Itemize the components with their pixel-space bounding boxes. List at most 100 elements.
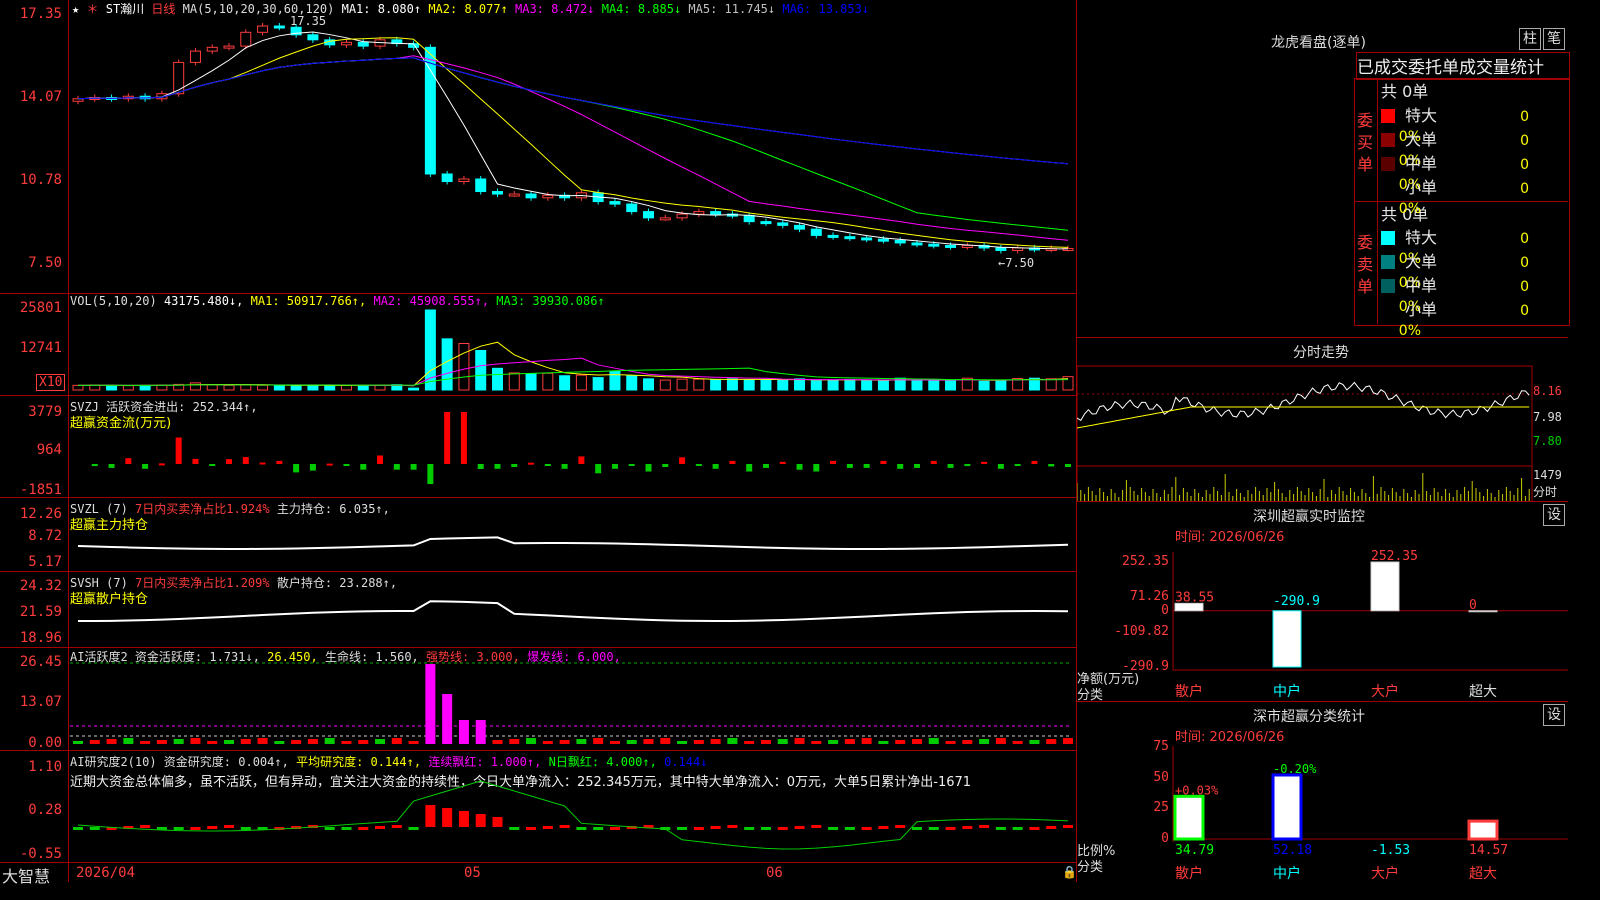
- activity-bar: [391, 738, 402, 744]
- lock-icon[interactable]: 🔒: [1062, 865, 1077, 879]
- category-label: 大户: [1371, 683, 1399, 700]
- research-bar: [475, 814, 486, 827]
- value-label: -1.53: [1371, 843, 1410, 858]
- chart-area: ★ ＊ ST瀚川 日线 MA(5,10,20,30,60,120) MA1: 8…: [0, 0, 1077, 886]
- research-bar: [928, 827, 939, 830]
- activity-bar: [492, 740, 503, 744]
- flow-chart[interactable]: [0, 396, 1076, 498]
- order-type: 特大: [1405, 106, 1438, 125]
- activity-bar: [811, 741, 822, 744]
- flow-bar: [813, 464, 820, 472]
- category-label: 中户: [1273, 865, 1301, 882]
- candle: [810, 228, 822, 236]
- order-count: 0: [1520, 231, 1529, 247]
- tick-mode-button[interactable]: 笔: [1543, 28, 1565, 50]
- research-bar: [861, 827, 872, 830]
- research-bar: [190, 827, 201, 830]
- svzj-panel[interactable]: SVZJ 活跃资金进出: 252.344↑, 超赢资金流(万元) 3779 96…: [0, 395, 1076, 498]
- research-chart[interactable]: [0, 751, 1076, 863]
- activity-bar: [995, 738, 1006, 744]
- ai-active-panel[interactable]: AI活跃度2 资金活跃度: 1.731↓, 26.450, 生命线: 1.560…: [0, 647, 1076, 751]
- flow-bar: [427, 464, 434, 484]
- volume-bar: [206, 384, 218, 391]
- volume-bar: [122, 385, 134, 391]
- order-row: 特大 00%: [1381, 224, 1567, 267]
- activity-bar: [861, 738, 872, 744]
- flow-bar: [679, 457, 686, 464]
- activity-bar: [190, 738, 201, 744]
- monitor-panel[interactable]: 深圳超赢实时监控 设 时间: 2026/06/26 252.35 71.26 0 -1…: [1077, 501, 1568, 703]
- retail-position-chart[interactable]: [0, 572, 1076, 648]
- ai-research-panel[interactable]: AI研究度2(10) 资金研究度: 0.004↑, 平均研究度: 0.144↑,…: [0, 750, 1076, 863]
- flow-bar: [1014, 464, 1021, 466]
- activity-bar: [442, 694, 453, 744]
- classify-chart[interactable]: 34.79 散户 52.18 中户 -1.53 大户 14.57 超大 +0.03% -0.20%: [1077, 702, 1568, 883]
- flow-bar: [628, 464, 635, 466]
- classify-panel[interactable]: 深市超赢分类统计 设 时间: 2026/06/26 75 50 25 0 比例% 分类…: [1077, 701, 1568, 883]
- activity-bar: [274, 741, 285, 744]
- category-label: 散户: [1175, 683, 1203, 700]
- value-label: 0: [1469, 598, 1477, 613]
- svsh-panel[interactable]: SVSH (7) 7日内买卖净占比1.209% 散户持仓: 23.288↑, 超…: [0, 571, 1076, 648]
- volume-bar: [945, 380, 957, 391]
- volume-chart[interactable]: [0, 294, 1076, 396]
- vol-panel[interactable]: VOL(5,10,20) 43175.480↓, MA1: 50917.766↑…: [0, 293, 1076, 396]
- flow-bar: [712, 464, 719, 469]
- activity-bar: [509, 739, 520, 744]
- candle: [542, 194, 554, 199]
- activity-bar: [727, 738, 738, 744]
- research-bar: [609, 827, 620, 830]
- color-swatch: [1381, 279, 1395, 293]
- bar-mode-button[interactable]: 柱: [1519, 28, 1541, 50]
- activity-bar: [307, 739, 318, 744]
- brand-label: 大智慧: [2, 867, 51, 886]
- activity-bar: [660, 738, 671, 744]
- category-bar: [1467, 819, 1499, 841]
- activity-bar: [744, 741, 755, 744]
- order-count: 0: [1520, 157, 1529, 173]
- candle: [659, 217, 671, 221]
- candle: [760, 221, 772, 225]
- activity-bar: [760, 740, 771, 744]
- main-position-chart[interactable]: [0, 498, 1076, 572]
- flow-bar: [511, 464, 518, 467]
- intraday-chart[interactable]: [1077, 338, 1568, 502]
- order-row: 特大 00%: [1381, 102, 1567, 145]
- flow-bar: [91, 464, 98, 467]
- activity-bar: [526, 738, 537, 744]
- price-line: [1077, 381, 1530, 422]
- research-bar: [878, 826, 889, 829]
- avg-line: [1077, 406, 1530, 429]
- activity-bar: [677, 741, 688, 744]
- activity-bar: [89, 740, 100, 744]
- flow-bar: [796, 464, 803, 470]
- monitor-chart[interactable]: 38.55 散户 -290.9 中户 252.35 大户 0 超大: [1077, 502, 1568, 702]
- dragon-board: 龙虎看盘(逐单) 柱 笔 已成交委托单成交量统计 委买单 委卖单 共 0单 共 …: [1077, 0, 1570, 339]
- flow-bar: [343, 464, 350, 466]
- order-type: 大单: [1405, 130, 1438, 149]
- volume-bar: [592, 377, 604, 391]
- research-bar: [710, 826, 721, 829]
- candle: [475, 178, 487, 193]
- activity-bar: [844, 739, 855, 744]
- order-count: 0: [1520, 279, 1529, 295]
- research-bar: [173, 827, 184, 830]
- intraday-panel[interactable]: 分时走势 8.16 7.98 7.80 1479 分时: [1077, 337, 1568, 502]
- volume-bar: [810, 380, 822, 391]
- candle: [240, 31, 252, 47]
- order-count: 0: [1520, 109, 1529, 125]
- main-panel[interactable]: ★ ＊ ST瀚川 日线 MA(5,10,20,30,60,120) MA1: 8…: [0, 0, 1076, 293]
- candle: [189, 50, 201, 63]
- flow-bar: [645, 464, 652, 472]
- activity-chart[interactable]: [0, 648, 1076, 751]
- order-row: 大单 00%: [1381, 248, 1567, 291]
- color-swatch: [1381, 109, 1395, 123]
- category-label: 散户: [1175, 865, 1203, 882]
- research-bar: [593, 827, 604, 830]
- candle-chart[interactable]: [0, 0, 1076, 293]
- svzl-panel[interactable]: SVZL (7) 7日内买卖净占比1.924% 主力持仓: 6.035↑, 超赢…: [0, 497, 1076, 572]
- activity-bar: [73, 741, 83, 744]
- research-bar: [509, 827, 520, 830]
- research-bar: [979, 825, 990, 828]
- activity-bar: [911, 739, 922, 744]
